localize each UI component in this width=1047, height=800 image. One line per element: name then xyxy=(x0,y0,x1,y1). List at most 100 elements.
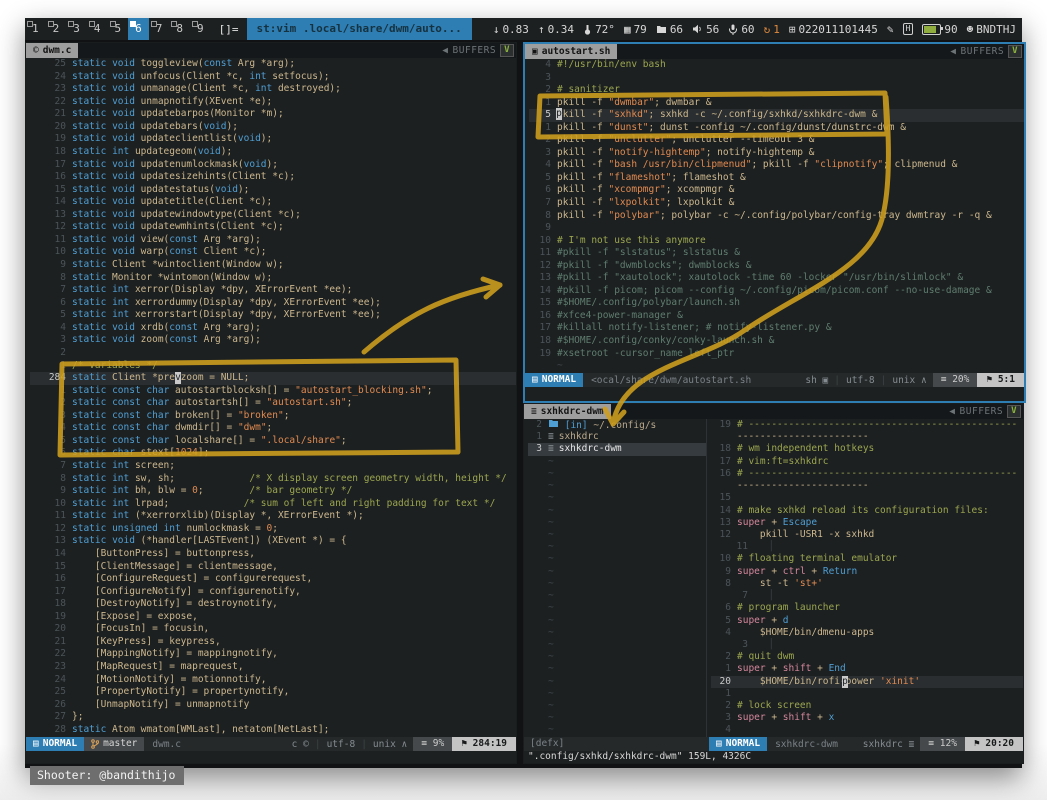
code-line[interactable]: 9super + ctrl + Return xyxy=(711,566,1023,578)
code-line[interactable]: 19# ------------------------------------… xyxy=(711,419,1023,431)
code-line[interactable]: 2# lock screen xyxy=(711,700,1023,712)
code-line[interactable]: 14static void updatetitle(Client *c); xyxy=(30,196,516,209)
code-line[interactable]: 15 [ClientMessage] = clientmessage, xyxy=(30,561,516,574)
code-line[interactable]: 27}; xyxy=(30,711,516,724)
code-line[interactable]: 18# wm independent hotkeys xyxy=(711,443,1023,455)
code-line[interactable]: 23 [MapRequest] = maprequest, xyxy=(30,661,516,674)
code-line[interactable]: 10static int lrpad; /* sum of left and r… xyxy=(30,498,516,511)
code-line[interactable]: 3 xyxy=(529,72,1024,85)
code-line[interactable]: 6pkill -f "xcompmgr"; xcompmgr & xyxy=(529,184,1024,197)
vim-window-sxhkd[interactable]: ≣sxhkdrc-dwm ◀BUFFERSV 2 [in] ~/.config/… xyxy=(523,403,1024,764)
code-line[interactable]: 15static void updatestatus(void); xyxy=(30,184,516,197)
code-line[interactable]: 17 [ConfigureNotify] = configurenotify, xyxy=(30,586,516,599)
code-line[interactable]: 3super + shift + x xyxy=(711,712,1023,724)
layout-indicator[interactable]: []= xyxy=(211,23,247,36)
code-line[interactable]: 14# make sxhkd reload its configuration … xyxy=(711,505,1023,517)
code-line[interactable]: 25 [PropertyNotify] = propertynotify, xyxy=(30,686,516,699)
code-line[interactable]: 14 [ButtonPress] = buttonpress, xyxy=(30,548,516,561)
code-line[interactable]: 9static Client *wintoclient(Window w); xyxy=(30,259,516,272)
code-line[interactable]: 13#pkill -f "xautolock"; xautolock -time… xyxy=(529,272,1024,285)
vim-window-dwm[interactable]: ©dwm.c ◀BUFFERSV 25static void togglevie… xyxy=(25,42,517,764)
code-line[interactable]: 19#xsetroot -cursor_name left_ptr xyxy=(529,348,1024,361)
code-line[interactable]: 19 [Expose] = expose, xyxy=(30,611,516,624)
code-line[interactable]: 4#!/usr/bin/env bash xyxy=(529,59,1024,72)
code-line[interactable]: 3▏ xyxy=(728,639,1023,651)
code-line[interactable]: 7static int screen; xyxy=(30,460,516,473)
workspace-tag-5[interactable]: 5 xyxy=(108,18,129,40)
vim-window-autostart[interactable]: ▣autostart.sh ◀BUFFERSV 4#!/usr/bin/env … xyxy=(523,42,1026,403)
code-line[interactable]: 16# ------------------------------------… xyxy=(711,468,1023,480)
code-line[interactable]: 11static void view(const Arg *arg); xyxy=(30,234,516,247)
code-line[interactable]: 10# I'm not use this anymore xyxy=(529,235,1024,248)
code-line[interactable]: 11#pkill -f "slstatus"; slstatus & xyxy=(529,247,1024,260)
code-line[interactable]: 22static void unmapnotify(XEvent *e); xyxy=(30,96,516,109)
cmdline-sxhkd[interactable]: ".config/sxhkd/sxhkdrc-dwm" 159L, 4326C xyxy=(524,751,1023,763)
code-line[interactable]: 7static int xerror(Display *dpy, XErrorE… xyxy=(30,284,516,297)
code-line[interactable]: 8pkill -f "polybar"; polybar -c ~/.confi… xyxy=(529,210,1024,223)
code-area-sxhkd[interactable]: 19# ------------------------------------… xyxy=(707,419,1023,737)
code-line[interactable]: 4 xyxy=(711,724,1023,736)
code-line[interactable]: ----------------------- xyxy=(711,480,1023,492)
code-line[interactable]: ~ xyxy=(529,360,1024,373)
code-line[interactable]: 4static void xrdb(const Arg *arg); xyxy=(30,322,516,335)
code-line[interactable]: 4pkill -f "bash /usr/bin/clipmenud"; pki… xyxy=(529,159,1024,172)
code-line[interactable]: 10static void warp(const Client *c); xyxy=(30,246,516,259)
code-line[interactable]: 12 pkill -USR1 -x sxhkd xyxy=(711,529,1023,541)
code-line[interactable]: 12#pkill -f "dwmblocks"; dwmblocks & xyxy=(529,260,1024,273)
code-line[interactable]: 8static int sw, sh; /* X display screen … xyxy=(30,473,516,486)
workspace-tag-1[interactable]: 1 xyxy=(25,18,46,40)
code-line[interactable]: 2 xyxy=(30,347,516,360)
code-line[interactable]: 11▏ xyxy=(728,541,1023,553)
tab-dwm-c[interactable]: ©dwm.c xyxy=(26,43,78,58)
tab-sxhkdrc-dwm[interactable]: ≣sxhkdrc-dwm xyxy=(524,404,611,419)
code-area-dwm[interactable]: 25static void toggleview(const Arg *arg)… xyxy=(26,58,516,737)
code-line[interactable]: 20 [FocusIn] = focusin, xyxy=(30,623,516,636)
code-line[interactable]: 1pkill -f "dwmbar"; dwmbar & xyxy=(529,97,1024,110)
code-line[interactable]: 1 xyxy=(711,688,1023,700)
code-line[interactable]: 7pkill -f "lxpolkit"; lxpolkit & xyxy=(529,197,1024,210)
code-line[interactable]: 24 [MotionNotify] = motionnotify, xyxy=(30,674,516,687)
workspace-tag-4[interactable]: 4 xyxy=(87,18,108,40)
code-line[interactable]: 13static void (*handler[LASTEvent]) (XEv… xyxy=(30,535,516,548)
workspace-tag-9[interactable]: 9 xyxy=(190,18,211,40)
code-line[interactable]: 5pkill -f "flameshot"; flameshot & xyxy=(529,172,1024,185)
code-line[interactable]: 28static Atom wmatom[WMLast], netatom[Ne… xyxy=(30,724,516,737)
code-line[interactable]: 18#$HOME/.config/conky/conky-launch.sh & xyxy=(529,335,1024,348)
code-line[interactable]: 3static void zoom(const Arg *arg); xyxy=(30,334,516,347)
code-line[interactable]: 26 [UnmapNotify] = unmapnotify xyxy=(30,699,516,712)
code-line[interactable]: 17# vim:ft=sxhkdrc xyxy=(711,456,1023,468)
code-line[interactable]: 21static void updatebarpos(Monitor *m); xyxy=(30,108,516,121)
code-line[interactable]: 4 $HOME/bin/dmenu-apps xyxy=(711,627,1023,639)
workspace-tag-3[interactable]: 3 xyxy=(66,18,87,40)
code-line[interactable]: 5static const char localshare[] = ".loca… xyxy=(30,435,516,448)
code-line[interactable]: 21 [KeyPress] = keypress, xyxy=(30,636,516,649)
defx-row[interactable]: 3≣sxhkdrc-dwm xyxy=(528,443,706,455)
cmdline-autostart[interactable] xyxy=(525,387,1024,399)
defx-row[interactable]: 2 [in] ~/.config/s xyxy=(528,419,706,431)
code-line[interactable]: 17static void updatenumlockmask(void); xyxy=(30,159,516,172)
code-line[interactable]: 2# quit dwm xyxy=(711,651,1023,663)
code-line[interactable]: 20 $HOME/bin/rofi-power 'xinit' xyxy=(711,676,1023,688)
code-line[interactable]: 15#$HOME/.config/polybar/launch.sh xyxy=(529,297,1024,310)
code-line[interactable]: 3static const char broken[] = "broken"; xyxy=(30,410,516,423)
workspace-tag-8[interactable]: 8 xyxy=(169,18,190,40)
code-line[interactable]: 2pkill -f "unclutter"; unclutter --timeo… xyxy=(529,134,1024,147)
code-line[interactable]: 6static char stext[1024]; xyxy=(30,447,516,460)
code-line[interactable]: 5super + d xyxy=(711,615,1023,627)
code-line[interactable]: 11static int (*xerrorxlib)(Display *, XE… xyxy=(30,510,516,523)
code-line[interactable]: 7▏ xyxy=(728,590,1023,602)
tab-autostart-sh[interactable]: ▣autostart.sh xyxy=(525,44,617,59)
code-line[interactable]: 4static const char dwmdir[] = "dwm"; xyxy=(30,422,516,435)
code-line[interactable]: 1super + shift + End xyxy=(711,663,1023,675)
code-line[interactable]: 14#pkill -f picom; picom --config ~/.con… xyxy=(529,285,1024,298)
cmdline-dwm[interactable] xyxy=(26,751,516,763)
code-line[interactable]: 19static void updateclientlist(void); xyxy=(30,133,516,146)
code-line[interactable]: 1pkill -f "dunst"; dunst -config ~/.conf… xyxy=(529,122,1024,135)
code-line[interactable]: 1/* variables */ xyxy=(30,360,516,373)
code-line[interactable]: 25static void toggleview(const Arg *arg)… xyxy=(30,58,516,71)
workspace-tag-6[interactable]: 6 xyxy=(128,18,149,40)
code-area-autostart[interactable]: 4#!/usr/bin/env bash32# sanitizer1pkill … xyxy=(525,59,1024,373)
code-line[interactable]: 18static int updategeom(void); xyxy=(30,146,516,159)
code-line[interactable]: 9static int bh, blw = 0; /* bar geometry… xyxy=(30,485,516,498)
code-line[interactable]: 16 [ConfigureRequest] = configurerequest… xyxy=(30,573,516,586)
